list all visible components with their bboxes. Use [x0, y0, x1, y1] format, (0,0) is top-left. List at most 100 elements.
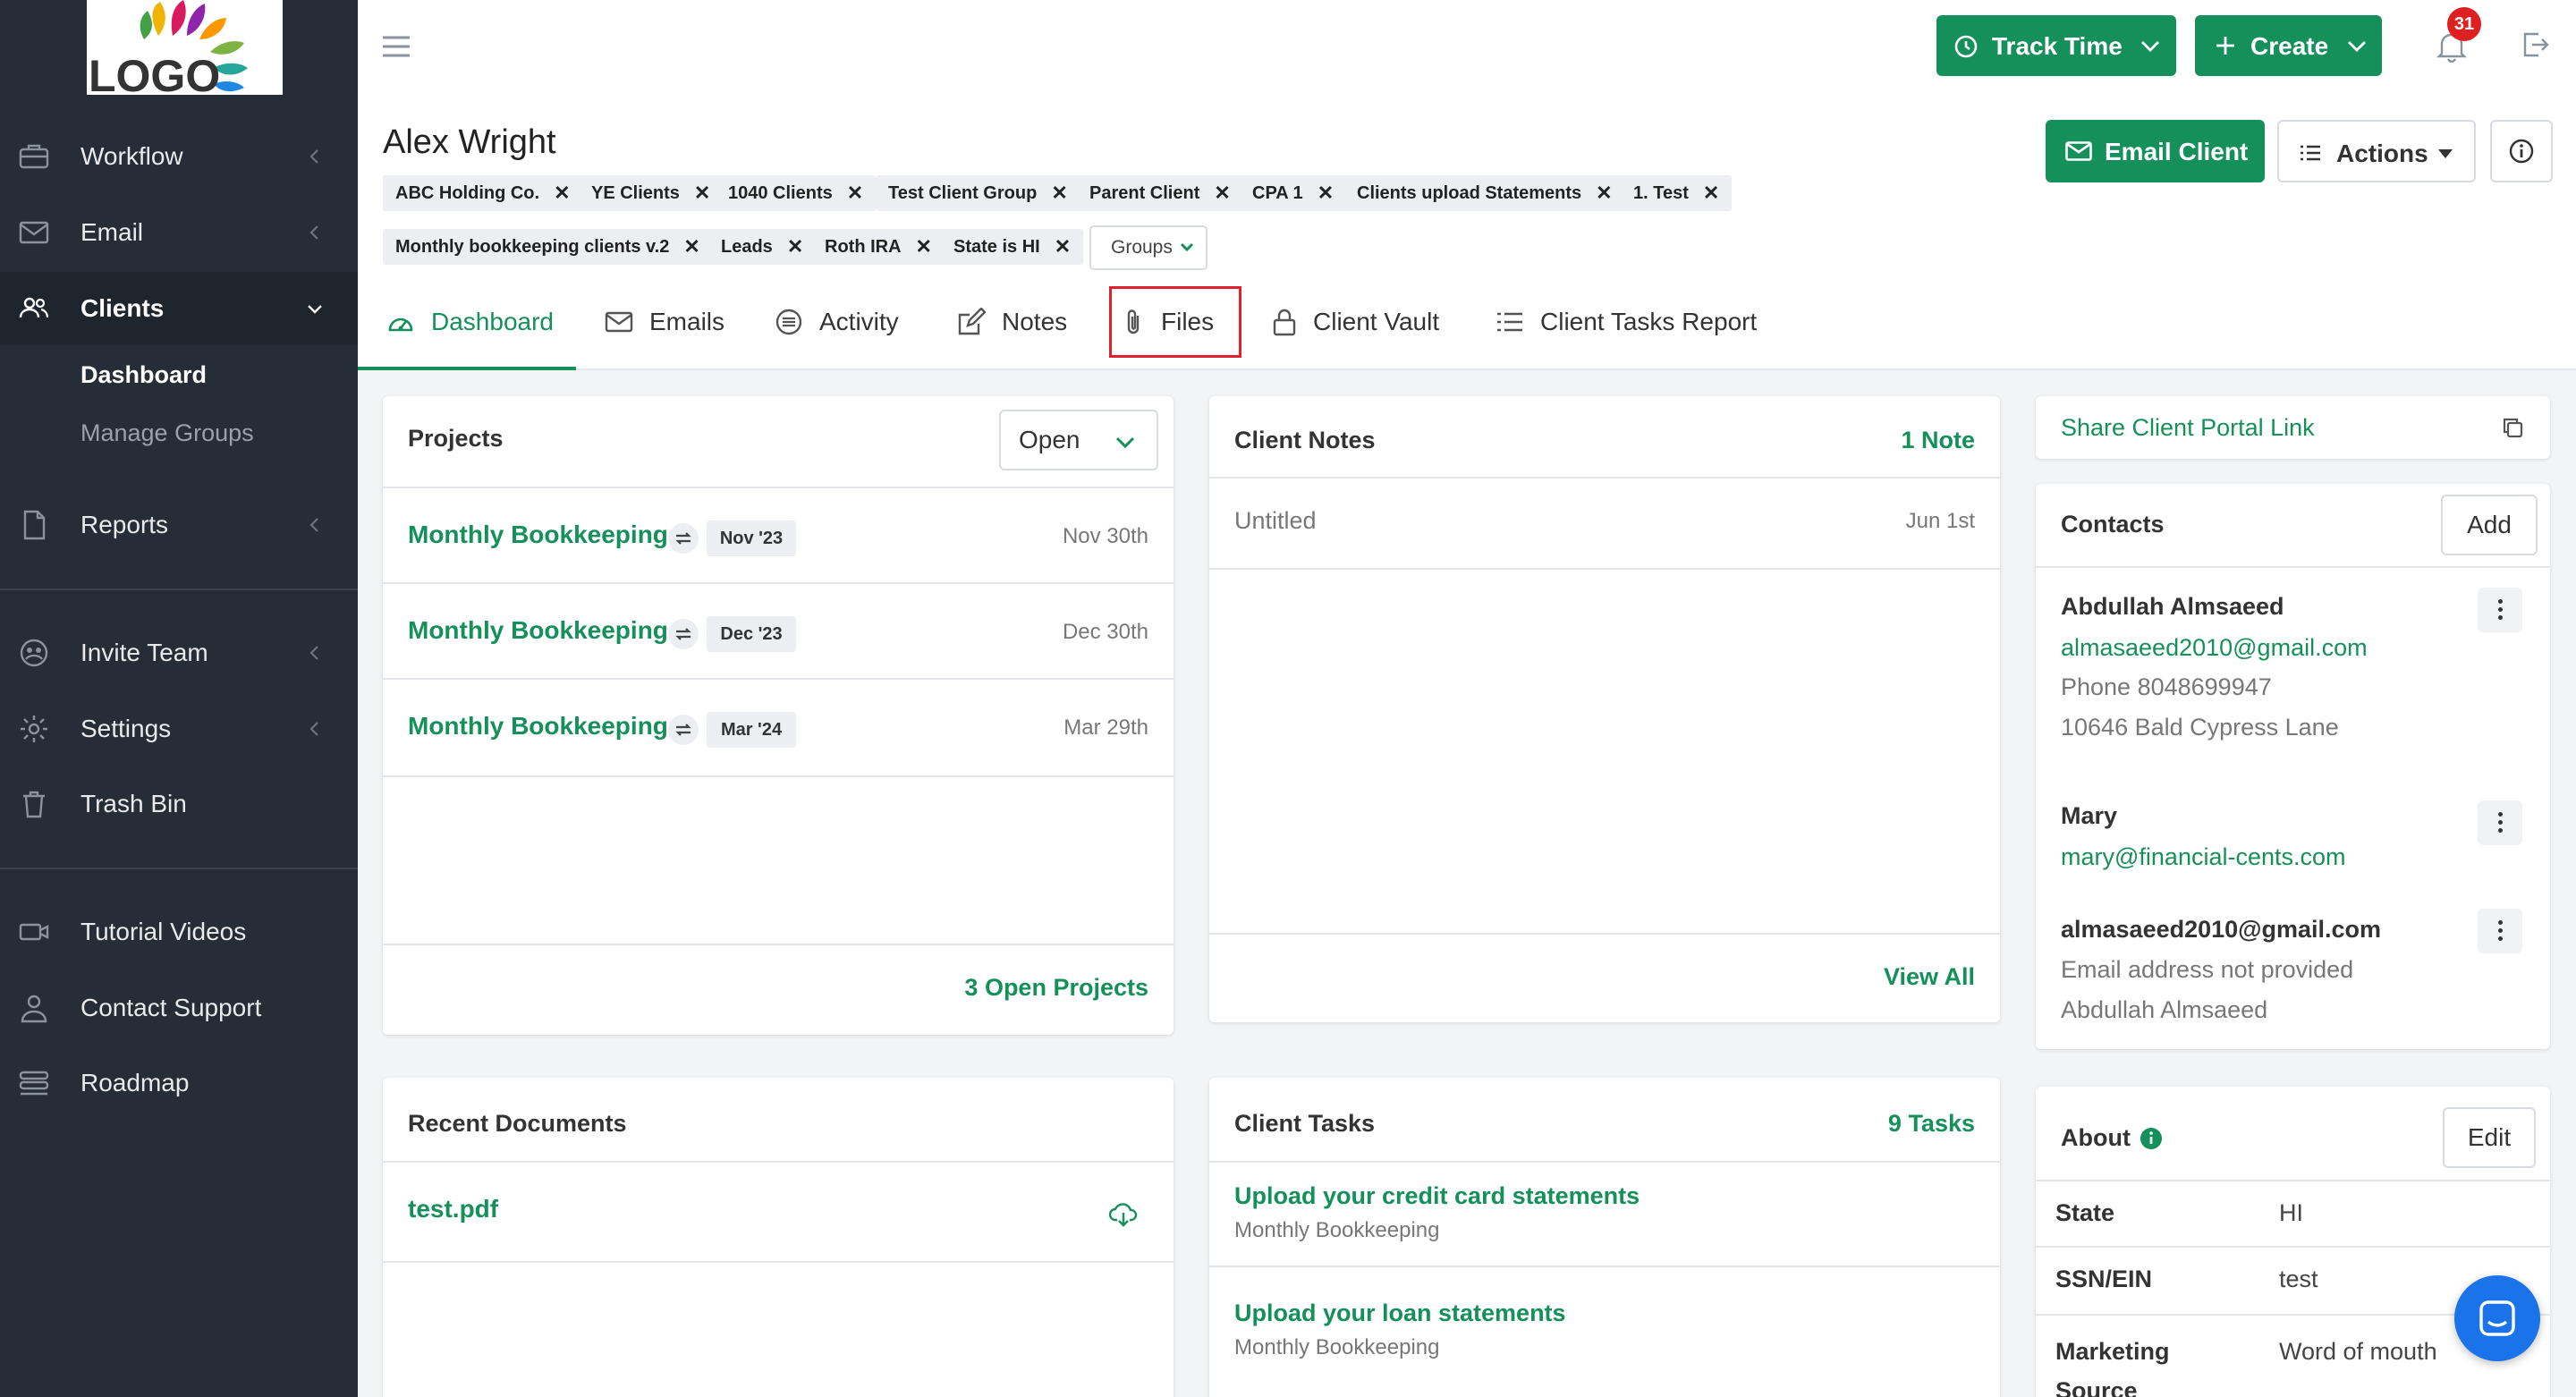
sidebar-item-reports[interactable]: Reports	[0, 488, 358, 562]
share-portal-link-label[interactable]: Share Client Portal Link	[2061, 414, 2315, 442]
tag-label: Monthly bookkeeping clients v.2	[395, 236, 670, 257]
edit-about-button[interactable]: Edit	[2443, 1107, 2536, 1168]
list-icon	[2301, 145, 2320, 161]
sidebar-item-invite-team[interactable]: Invite Team	[0, 616, 358, 690]
sidebar-item-roadmap[interactable]: Roadmap	[0, 1046, 358, 1120]
view-all-notes-link[interactable]: View All	[1884, 963, 1975, 991]
contact-item: Abdullah Almsaeed almasaeed2010@gmail.co…	[2036, 568, 2550, 765]
tag-label: Test Client Group	[888, 182, 1038, 203]
tab-client-vault[interactable]: Client Vault	[1272, 295, 1439, 349]
project-name[interactable]: Monthly Bookkeeping	[408, 521, 668, 549]
task-row[interactable]: Upload your loan statements Monthly Book…	[1209, 1267, 2000, 1370]
tab-files[interactable]: Files	[1123, 295, 1214, 349]
sidebar-item-tutorial-videos[interactable]: Tutorial Videos	[0, 895, 358, 969]
copy-icon[interactable]	[2501, 416, 2524, 439]
sidebar-item-settings[interactable]: Settings	[0, 692, 358, 766]
document-name[interactable]: test.pdf	[408, 1195, 498, 1223]
tab-label: Activity	[819, 308, 899, 335]
client-tasks-card: Client Tasks 9 Tasks Upload your credit …	[1209, 1078, 2000, 1397]
tag-label: YE Clients	[591, 182, 680, 203]
tab-activity[interactable]: Activity	[775, 295, 899, 349]
remove-tag-icon[interactable]: ✕	[1214, 182, 1230, 205]
groups-dropdown[interactable]: Groups	[1089, 225, 1208, 270]
remove-tag-icon[interactable]: ✕	[1055, 235, 1071, 258]
divider	[2036, 1180, 2550, 1181]
client-tag: YE Clients ✕	[579, 175, 724, 211]
tab-emails[interactable]: Emails	[605, 295, 724, 349]
sidebar-item-clients[interactable]: Clients	[0, 272, 358, 345]
remove-tag-icon[interactable]: ✕	[787, 235, 803, 258]
task-row[interactable]: Upload your credit card statements Month…	[1209, 1163, 2000, 1266]
remove-tag-icon[interactable]: ✕	[916, 235, 932, 258]
projects-filter-select[interactable]: Open	[999, 410, 1158, 470]
contact-options-icon[interactable]	[2478, 909, 2522, 953]
logo[interactable]: LOGO	[87, 0, 283, 95]
add-contact-button[interactable]: Add	[2441, 495, 2538, 555]
client-notes-card: Client Notes 1 Note Untitled Jun 1st Vie…	[1209, 396, 2000, 1022]
project-row[interactable]: Monthly Bookkeeping Dec '23 Dec 30th	[383, 584, 1174, 678]
about-value: Word of mouth	[2279, 1338, 2437, 1365]
chat-launcher-button[interactable]	[2454, 1275, 2540, 1361]
gear-icon	[21, 715, 47, 742]
sidebar-item-contact-support[interactable]: Contact Support	[0, 971, 358, 1045]
about-label: State	[2055, 1199, 2115, 1226]
track-time-button[interactable]: Track Time	[1936, 15, 2176, 76]
project-name[interactable]: Monthly Bookkeeping	[408, 616, 668, 645]
tab-label: Notes	[1002, 308, 1068, 335]
top-bar: Track Time Create 31	[358, 0, 2576, 95]
contact-email-link[interactable]: almasaeed2010@gmail.com	[2061, 634, 2368, 662]
cloud-download-icon[interactable]	[1109, 1202, 1138, 1227]
contact-options-icon[interactable]	[2478, 588, 2522, 632]
sidebar-item-workflow[interactable]: Workflow	[0, 120, 358, 193]
chevron-left-icon	[309, 722, 318, 736]
share-portal-link-card[interactable]: Share Client Portal Link	[2036, 396, 2550, 459]
tab-label: Emails	[649, 308, 725, 335]
divider	[383, 775, 1174, 777]
note-row[interactable]: Untitled Jun 1st	[1209, 478, 2000, 568]
contact-address: 10646 Bald Cypress Lane	[2061, 714, 2339, 741]
contact-email-link[interactable]: mary@financial-cents.com	[2061, 843, 2346, 871]
email-client-button[interactable]: Email Client	[2046, 120, 2265, 182]
task-title[interactable]: Upload your loan statements	[1234, 1300, 1566, 1327]
document-row[interactable]: test.pdf	[383, 1163, 1174, 1261]
actions-dropdown[interactable]: Actions	[2277, 120, 2476, 182]
logout-icon[interactable]	[2521, 30, 2549, 59]
create-button[interactable]: Create	[2195, 15, 2382, 76]
sidebar-sub-dashboard[interactable]: Dashboard	[80, 361, 207, 389]
lock-icon	[1273, 309, 1296, 336]
tab-dashboard[interactable]: Dashboard	[386, 295, 554, 349]
tab-label: Client Tasks Report	[1540, 308, 1758, 335]
tasks-count-link[interactable]: 9 Tasks	[1888, 1110, 1975, 1138]
contact-name: Mary	[2061, 802, 2118, 829]
sidebar-item-email[interactable]: Email	[0, 196, 358, 269]
notes-count-link[interactable]: 1 Note	[1901, 427, 1975, 454]
envelope-icon	[2065, 141, 2092, 161]
remove-tag-icon[interactable]: ✕	[1596, 182, 1612, 205]
remove-tag-icon[interactable]: ✕	[1051, 182, 1067, 205]
projects-filter-value: Open	[1019, 426, 1080, 453]
project-row[interactable]: Monthly Bookkeeping Nov '23 Nov 30th	[383, 488, 1174, 582]
remove-tag-icon[interactable]: ✕	[554, 182, 570, 205]
remove-tag-icon[interactable]: ✕	[683, 235, 699, 258]
contact-options-icon[interactable]	[2478, 800, 2522, 845]
project-name[interactable]: Monthly Bookkeeping	[408, 712, 668, 741]
remove-tag-icon[interactable]: ✕	[1703, 182, 1719, 205]
tag-label: Leads	[721, 236, 773, 257]
remove-tag-icon[interactable]: ✕	[694, 182, 710, 205]
info-icon[interactable]	[2140, 1127, 2163, 1150]
sidebar-item-trash-bin[interactable]: Trash Bin	[0, 767, 358, 841]
task-title[interactable]: Upload your credit card statements	[1234, 1182, 1640, 1210]
recent-documents-card: Recent Documents test.pdf	[383, 1078, 1174, 1397]
remove-tag-icon[interactable]: ✕	[847, 182, 863, 205]
remove-tag-icon[interactable]: ✕	[1318, 182, 1334, 205]
sidebar: LOGO Workflow Email Clients Dashboard Ma…	[0, 0, 358, 1397]
tab-notes[interactable]: Notes	[957, 295, 1067, 349]
open-projects-link[interactable]: 3 Open Projects	[964, 974, 1148, 1002]
active-tab-indicator	[358, 367, 576, 370]
info-button[interactable]	[2490, 120, 2553, 182]
project-row[interactable]: Monthly Bookkeeping Mar '24 Mar 29th	[383, 680, 1174, 774]
sidebar-sub-manage-groups[interactable]: Manage Groups	[80, 419, 254, 447]
hamburger-menu-icon[interactable]	[381, 34, 411, 59]
tab-client-tasks-report[interactable]: Client Tasks Report	[1496, 295, 1757, 349]
notifications-button[interactable]: 31	[2429, 7, 2483, 72]
